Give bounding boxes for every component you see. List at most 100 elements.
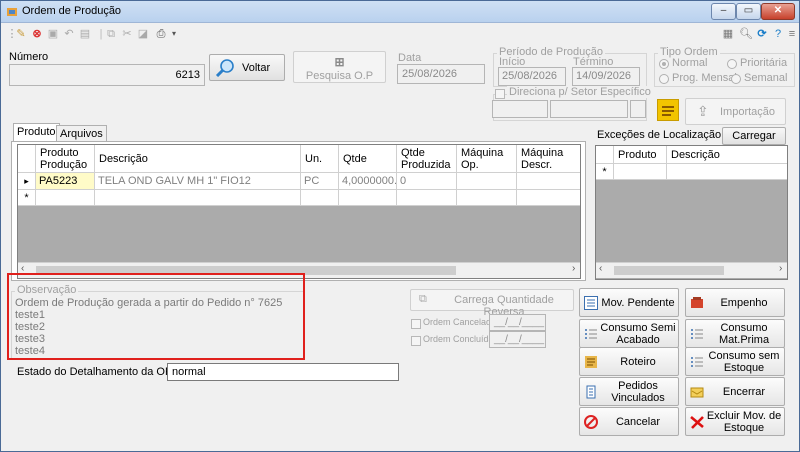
excluir-mov-button[interactable]: Excluir Mov. de Estoque (685, 407, 785, 436)
radio-prioritaria[interactable] (727, 59, 737, 69)
copy-icon[interactable]: ⧉ (104, 27, 118, 41)
termino-field: 14/09/2026 (572, 67, 640, 86)
cell-maquina-op[interactable] (457, 173, 517, 190)
radio-semanal[interactable] (731, 74, 741, 84)
new-icon[interactable]: ✎ (14, 27, 28, 41)
export-icon[interactable]: ◪ (136, 27, 150, 41)
new-cell[interactable] (301, 190, 339, 206)
calculator-icon[interactable]: ▦ (721, 27, 735, 41)
print-dropdown-icon[interactable]: ▾ (167, 27, 181, 41)
binoculars-icon: ⊞ (334, 55, 345, 69)
encerrar-icon (690, 387, 704, 398)
maximize-button[interactable]: ▭ (736, 3, 761, 20)
menu-icon[interactable]: ≡ (785, 27, 799, 41)
cell-descricao[interactable]: TELA OND GALV MH 1" FIO12 (95, 173, 301, 190)
empenho-button[interactable]: Empenho (685, 288, 785, 317)
produto-grid-hscrollbar[interactable]: ‹ › (18, 262, 580, 278)
col-header-descricao[interactable]: Descrição (95, 145, 301, 173)
ordem-cancelada-date[interactable]: __/__/____ (489, 314, 546, 331)
carrega-quantidade-button[interactable]: ⧉ Carrega Quantidade Reversa (410, 289, 574, 318)
cell-un[interactable]: PC (301, 173, 339, 190)
import-icon: ⇪ (697, 103, 709, 119)
row-marker-new[interactable]: * (18, 190, 36, 206)
col-header-un[interactable]: Un. (301, 145, 339, 173)
delete-icon[interactable]: ⊗ (30, 27, 44, 41)
numero-field[interactable]: 6213 (9, 64, 205, 86)
consumo-semi-button[interactable]: Consumo Semi Acabado (579, 319, 679, 348)
document-icon[interactable] (657, 99, 679, 121)
pedidos-label: Pedidos Vinculados (611, 379, 665, 404)
pedidos-vinculados-button[interactable]: Pedidos Vinculados (579, 377, 679, 406)
ordem-cancelada-checkbox[interactable] (411, 319, 421, 329)
mov-pendente-button[interactable]: Mov. Pendente (579, 288, 679, 317)
radio-prioritaria-label: Prioritária (740, 57, 788, 69)
radio-normal-label: Normal (672, 57, 708, 69)
exc-new-cell[interactable] (614, 164, 667, 180)
col-header-maquina-op[interactable]: Máquina Op. (457, 145, 517, 173)
save-icon[interactable]: ▣ (46, 27, 60, 41)
cancelar-button[interactable]: Cancelar (579, 407, 679, 436)
radio-normal[interactable] (659, 59, 669, 69)
cell-produto[interactable]: PA5223 (36, 173, 95, 190)
empenho-icon (691, 297, 703, 308)
undo-icon[interactable]: ↶ (62, 27, 76, 41)
observacao-label: Observação (15, 284, 79, 296)
exc-col-header-produto[interactable]: Produto (614, 146, 667, 164)
importacao-button[interactable]: ⇪ Importação (685, 98, 786, 125)
refresh-icon[interactable]: ▤ (78, 27, 92, 41)
carregar-button[interactable]: Carregar (722, 127, 786, 145)
cell-qtde[interactable]: 4,0000000... (339, 173, 397, 190)
setor-lookup-button[interactable] (630, 100, 646, 118)
close-button[interactable]: ✕ (761, 3, 795, 20)
direciona-checkbox[interactable] (495, 89, 505, 99)
search-icon[interactable]: 🔍︎ (739, 27, 753, 41)
consumo-mat-button[interactable]: Consumo Mat.Prima (685, 319, 785, 348)
scroll-right-icon[interactable]: › (779, 263, 782, 274)
cell-qtde-produzida[interactable]: 0 (397, 173, 457, 190)
exc-col-header-descricao[interactable]: Descrição (667, 146, 787, 164)
col-header-qtde-produzida[interactable]: Qtde Produzida (397, 145, 457, 173)
minimize-button[interactable]: – (711, 3, 736, 20)
excecoes-grid-hscrollbar[interactable]: ‹ › (596, 262, 787, 278)
tools-icon[interactable]: ✂ (120, 27, 134, 41)
pesquisa-op-button[interactable]: ⊞ Pesquisa O.P (293, 51, 386, 83)
cell-maquina-descr[interactable] (517, 173, 580, 190)
scroll-thumb[interactable] (614, 266, 724, 275)
col-header-maquina-descr[interactable]: Máquina Descr. (517, 145, 580, 173)
ordem-concluida-checkbox[interactable] (411, 336, 421, 346)
ordem-concluida-date[interactable]: __/__/____ (489, 331, 546, 348)
consumo-sem-estoque-button[interactable]: Consumo sem Estoque (685, 347, 785, 376)
new-cell[interactable] (36, 190, 95, 206)
new-cell[interactable] (457, 190, 517, 206)
observacao-text[interactable]: Ordem de Produção gerada a partir do Ped… (15, 297, 300, 357)
pedidos-icon (586, 385, 596, 399)
new-cell[interactable] (397, 190, 457, 206)
exc-new-cell[interactable] (667, 164, 787, 180)
col-header-produto[interactable]: Produto Produção (36, 145, 95, 173)
scroll-thumb[interactable] (36, 266, 456, 275)
roteiro-button[interactable]: Roteiro (579, 347, 679, 376)
encerrar-button[interactable]: Encerrar (685, 377, 785, 406)
print-icon[interactable]: ⎙ (154, 27, 168, 41)
exc-row-marker-new[interactable]: * (596, 164, 614, 180)
voltar-button[interactable]: Voltar (209, 54, 285, 81)
observacao-line: teste3 (15, 333, 45, 345)
scroll-left-icon[interactable]: ‹ (599, 263, 602, 274)
refresh-blue-icon[interactable]: ⟳ (755, 27, 769, 41)
help-icon[interactable]: ? (771, 27, 785, 41)
scroll-left-icon[interactable]: ‹ (21, 263, 24, 274)
observacao-line: teste2 (15, 321, 45, 333)
cancel-icon (584, 415, 598, 429)
encerrar-label: Encerrar (722, 385, 766, 398)
tab-produto[interactable]: Produto (13, 123, 60, 143)
new-cell[interactable] (339, 190, 397, 206)
new-cell[interactable] (95, 190, 301, 206)
toolbar: ⋮ ✎ ⊗ ▣ ↶ ▤ | ⧉ ✂ ◪ ⎙ ▾ ▦ 🔍︎ ⟳ ? ≡ (1, 24, 799, 44)
col-header-qtde[interactable]: Qtde (339, 145, 397, 173)
radio-prog-mensal[interactable] (659, 74, 669, 84)
scroll-right-icon[interactable]: › (572, 263, 575, 274)
consumo-sem-label: Consumo sem Estoque (708, 349, 780, 374)
new-cell[interactable] (517, 190, 580, 206)
row-marker-current[interactable]: ▸ (18, 173, 36, 190)
estado-field[interactable]: normal (167, 363, 399, 381)
